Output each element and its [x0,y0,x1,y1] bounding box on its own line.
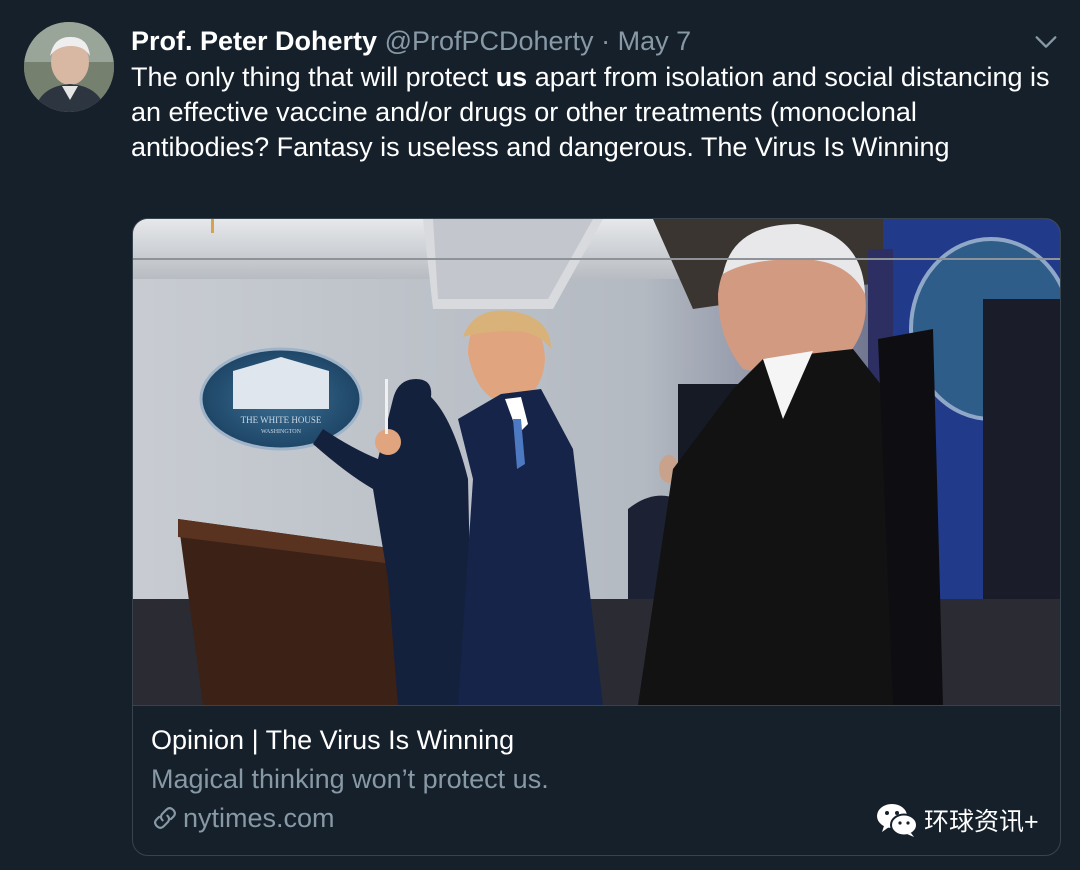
avatar[interactable] [24,22,114,112]
press-briefing-photo: THE WHITE HOUSE WASHINGTON [133,219,1060,705]
tweet-text: The only thing that will protect us apar… [131,60,1051,165]
chevron-down-icon[interactable] [1032,28,1060,56]
seal-text: THE WHITE HOUSE [241,415,322,425]
tweet[interactable]: Prof. Peter Doherty @ProfPCDoherty · May… [0,0,1080,870]
tweet-text-start: The only thing that will protect [131,62,496,92]
card-image[interactable]: THE WHITE HOUSE WASHINGTON [133,219,1060,706]
card-description: Magical thinking won’t protect us. [151,764,549,794]
tweet-date[interactable]: May 7 [618,26,692,56]
wechat-icon [877,804,918,837]
link-card[interactable]: THE WHITE HOUSE WASHINGTON Opinion | The… [132,218,1061,856]
author-name[interactable]: Prof. Peter Doherty [131,26,377,56]
watermark-label: 环球资讯+ [924,808,1039,836]
avatar-image [24,22,114,112]
seal-subtext: WASHINGTON [261,429,302,435]
card-domain[interactable]: nytimes.com [151,801,335,835]
separator-dot: · [601,26,611,56]
card-domain-text[interactable]: nytimes.com [183,801,335,835]
watermark: 环球资讯+ [876,802,1039,838]
tweet-header: Prof. Peter Doherty @ProfPCDoherty · May… [131,24,691,58]
link-icon [154,807,176,829]
card-title[interactable]: Opinion | The Virus Is Winning [151,723,514,757]
author-handle[interactable]: @ProfPCDoherty [385,26,594,56]
tweet-text-bold: us [495,62,528,92]
